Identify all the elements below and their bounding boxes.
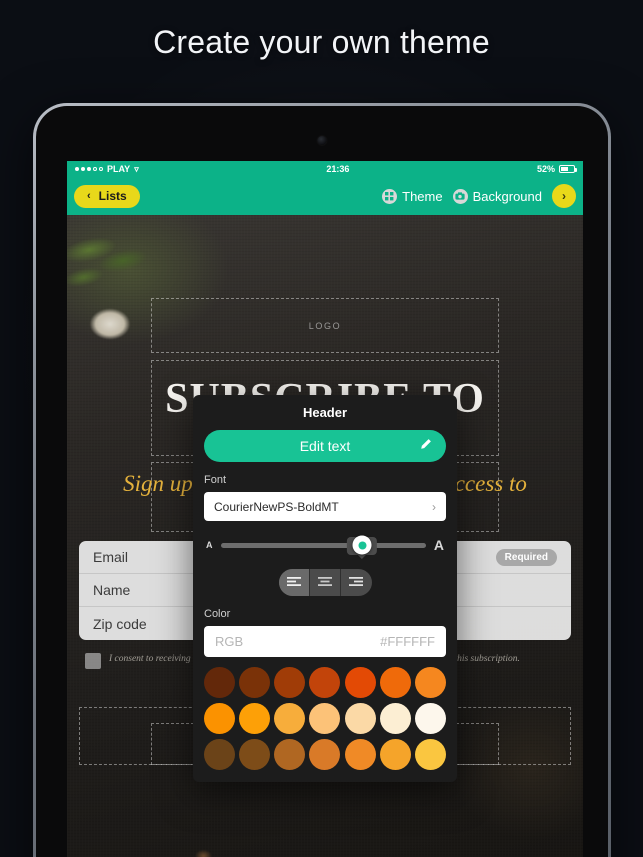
- font-size-slider-row: A 60 A: [204, 525, 446, 565]
- status-bar-left: PLAY ▿: [75, 164, 139, 174]
- decorative-pebbles: [127, 840, 297, 857]
- text-editor-modal: Header Edit text Font CourierNewPS-BoldM…: [193, 395, 457, 782]
- app-screen: PLAY ▿ 21:36 52% ‹ Lists Theme Backgroun…: [67, 161, 583, 857]
- color-swatch[interactable]: [379, 739, 411, 770]
- small-a-label: A: [206, 540, 213, 550]
- theme-button[interactable]: Theme: [382, 188, 443, 204]
- grid-icon: [382, 188, 398, 204]
- rgb-placeholder: RGB: [215, 634, 244, 649]
- chevron-left-icon: ‹: [87, 190, 91, 202]
- color-swatch-grid: [204, 667, 446, 770]
- logo-placeholder-label: LOGO: [308, 320, 342, 331]
- chevron-right-icon: ›: [432, 499, 436, 514]
- theme-button-label: Theme: [402, 188, 443, 204]
- tablet-bezel: PLAY ▿ 21:36 52% ‹ Lists Theme Backgroun…: [36, 106, 608, 857]
- consent-checkbox[interactable]: [85, 653, 101, 669]
- wifi-icon: ▿: [134, 163, 139, 174]
- signal-strength-icon: [75, 167, 103, 171]
- back-button-label: Lists: [98, 189, 127, 203]
- font-size-slider[interactable]: 60: [220, 535, 426, 555]
- color-swatch[interactable]: [274, 739, 306, 770]
- color-swatch[interactable]: [309, 667, 341, 698]
- battery-icon: [558, 165, 577, 173]
- color-swatch[interactable]: [414, 667, 446, 698]
- theme-preview-canvas: LOGO SUBSCRIBE TO Sign up for our newsle…: [67, 215, 583, 857]
- rgb-color-input[interactable]: RGB #FFFFFF: [204, 626, 446, 657]
- color-swatch[interactable]: [414, 739, 446, 770]
- logo-placeholder-zone[interactable]: LOGO: [151, 298, 499, 353]
- marketing-headline: Create your own theme: [153, 24, 490, 60]
- color-swatch[interactable]: [344, 703, 376, 734]
- slider-handle[interactable]: [352, 535, 372, 555]
- form-label-name: Name: [93, 582, 131, 598]
- navigation-bar: ‹ Lists Theme Background ›: [67, 177, 583, 215]
- carrier-label: PLAY: [107, 164, 131, 174]
- color-swatch[interactable]: [204, 739, 235, 770]
- form-label-zip: Zip code: [93, 615, 147, 632]
- background-button[interactable]: Background: [452, 188, 542, 204]
- color-swatch[interactable]: [344, 667, 376, 698]
- status-bar: PLAY ▿ 21:36 52%: [67, 161, 583, 177]
- text-alignment-row: [204, 569, 446, 596]
- next-step-button[interactable]: ›: [552, 184, 576, 208]
- large-a-label: A: [433, 537, 444, 553]
- screenshot-root: Create your own theme PLAY ▿ 21:36 52% ‹…: [0, 0, 643, 857]
- chevron-right-icon: ›: [562, 189, 566, 203]
- color-swatch[interactable]: [309, 739, 341, 770]
- background-button-label: Background: [472, 188, 542, 204]
- status-bar-right: 52%: [536, 164, 577, 174]
- clock-label: 21:36: [326, 164, 350, 174]
- color-swatch[interactable]: [239, 667, 271, 698]
- color-swatch[interactable]: [274, 667, 306, 698]
- align-center-button[interactable]: [310, 569, 341, 596]
- color-swatch[interactable]: [379, 667, 411, 698]
- swatch-row: [204, 667, 446, 698]
- swatch-row: [204, 739, 446, 770]
- hex-value: #FFFFFF: [380, 634, 435, 649]
- edit-text-button[interactable]: Edit text: [204, 430, 446, 462]
- battery-percent-label: 52%: [536, 164, 555, 174]
- alignment-button-group: [278, 569, 372, 596]
- color-swatch[interactable]: [379, 703, 411, 734]
- pencil-icon: [419, 438, 432, 454]
- edit-text-label: Edit text: [299, 438, 351, 454]
- color-swatch[interactable]: [239, 739, 271, 770]
- decorative-flower: [81, 301, 139, 347]
- navigation-actions: Theme Background ›: [382, 184, 576, 208]
- align-right-button[interactable]: [341, 569, 372, 596]
- front-camera-icon: [317, 136, 327, 145]
- color-swatch[interactable]: [239, 703, 271, 734]
- color-swatch[interactable]: [204, 667, 235, 698]
- font-value: CourierNewPS-BoldMT: [214, 499, 339, 514]
- align-left-button[interactable]: [278, 569, 310, 596]
- camera-icon: [452, 188, 468, 204]
- swatch-row: [204, 703, 446, 734]
- color-swatch[interactable]: [309, 703, 341, 734]
- font-select[interactable]: CourierNewPS-BoldMT ›: [204, 492, 446, 521]
- form-label-email: Email: [93, 549, 129, 565]
- color-swatch[interactable]: [204, 703, 235, 734]
- color-swatch[interactable]: [414, 703, 446, 734]
- color-section-label: Color: [204, 608, 231, 620]
- color-swatch[interactable]: [274, 703, 306, 734]
- modal-title: Header: [302, 405, 348, 420]
- back-to-lists-button[interactable]: ‹ Lists: [74, 184, 140, 208]
- font-section-label: Font: [204, 474, 227, 486]
- required-badge: Required: [495, 548, 557, 566]
- tablet-device-frame: PLAY ▿ 21:36 52% ‹ Lists Theme Backgroun…: [33, 103, 611, 857]
- color-swatch[interactable]: [344, 739, 376, 770]
